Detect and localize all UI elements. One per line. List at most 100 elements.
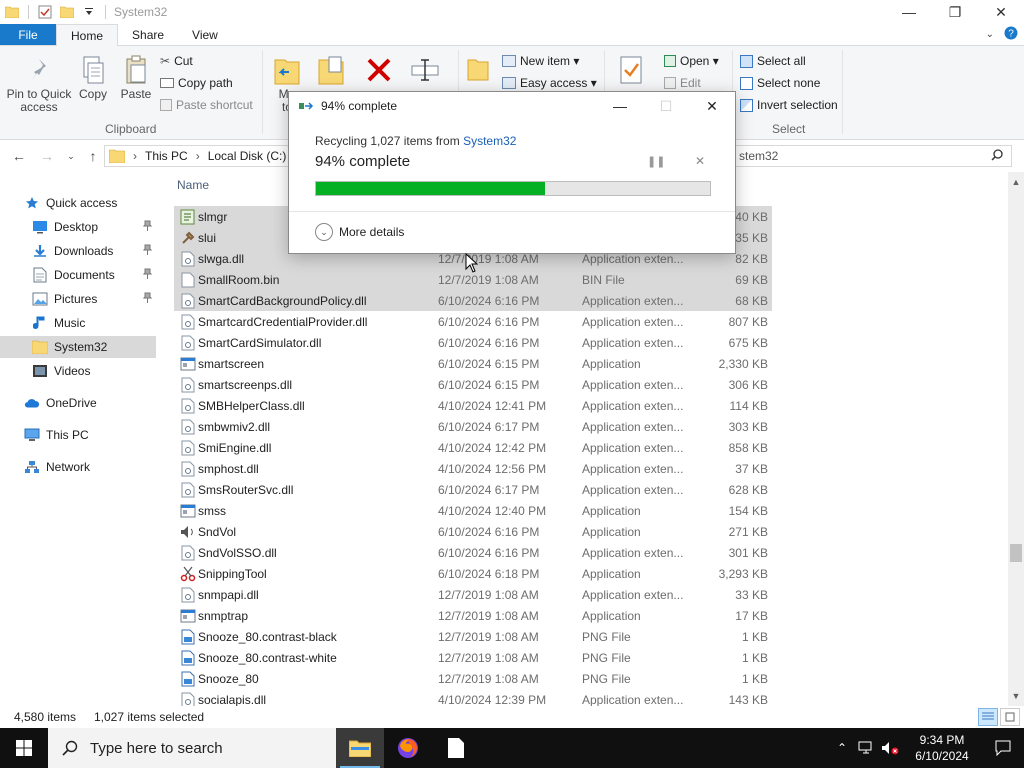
file-row[interactable]: SmiEngine.dll 4/10/2024 12:42 PM Applicati…	[174, 437, 772, 458]
file-row[interactable]: Snooze_80 12/7/2019 1:08 AM PNG File 1 KB	[174, 668, 772, 689]
open-button[interactable]: Open ▾	[664, 54, 719, 68]
folder-icon[interactable]	[2, 2, 22, 22]
taskbar-firefox[interactable]	[384, 728, 432, 768]
invert-selection-button[interactable]: Invert selection	[740, 98, 838, 112]
pause-button[interactable]: ❚❚	[647, 155, 665, 168]
nav-item-label: Downloads	[54, 244, 114, 258]
paste-button[interactable]: Paste	[116, 54, 156, 101]
tab-file[interactable]: File	[0, 24, 56, 45]
help-icon[interactable]: ?	[1004, 26, 1018, 43]
file-size: 37 KB	[735, 461, 768, 476]
up-button[interactable]: ↑	[82, 145, 104, 167]
breadcrumb-local-disk[interactable]: Local Disk (C:)	[208, 149, 287, 163]
copy-button[interactable]: Copy	[76, 54, 110, 101]
recent-locations-button[interactable]: ⌄	[60, 145, 82, 167]
pictures-icon	[32, 291, 48, 307]
nav-item-network[interactable]: Network	[0, 456, 156, 478]
cancel-button[interactable]: ✕	[695, 154, 705, 168]
new-folder-button[interactable]	[466, 56, 490, 82]
file-row[interactable]: smphost.dll 4/10/2024 12:56 PM Application…	[174, 458, 772, 479]
taskbar-search[interactable]: Type here to search	[48, 728, 336, 768]
file-row[interactable]: smartscreen 6/10/2024 6:15 PM Application 2…	[174, 353, 772, 374]
volume-muted-icon[interactable]	[878, 728, 902, 768]
select-none-button[interactable]: Select none	[740, 76, 820, 90]
details-view-button[interactable]	[978, 708, 998, 726]
select-all-button[interactable]: Select all	[740, 54, 806, 68]
tab-view[interactable]: View	[178, 24, 232, 45]
copy-path-button[interactable]: Copy path	[160, 76, 233, 90]
dialog-close-button[interactable]: ✕	[689, 92, 735, 120]
nav-item-documents[interactable]: Documents	[0, 264, 156, 286]
properties-button[interactable]	[614, 54, 648, 86]
file-row[interactable]: SmsRouterSvc.dll 6/10/2024 6:17 PM Applica…	[174, 479, 772, 500]
file-row[interactable]: SndVolSSO.dll 6/10/2024 6:16 PM Applicatio…	[174, 542, 772, 563]
tab-home[interactable]: Home	[56, 24, 119, 46]
nav-item-desktop[interactable]: Desktop	[0, 216, 156, 238]
more-details-button[interactable]: ⌄ More details	[315, 223, 404, 241]
easy-access-button[interactable]: Easy access ▾	[502, 76, 597, 90]
file-row[interactable]: SmartcardCredentialProvider.dll 6/10/2024…	[174, 311, 772, 332]
minimize-button[interactable]: —	[886, 0, 932, 24]
scroll-thumb[interactable]	[1010, 544, 1022, 562]
new-item-button[interactable]: New item ▾	[502, 54, 579, 68]
file-name: SndVolSSO.dll	[198, 545, 277, 560]
start-button[interactable]	[0, 728, 48, 768]
file-row[interactable]: SmartCardBackgroundPolicy.dll 6/10/2024 6…	[174, 290, 772, 311]
file-row[interactable]: Snooze_80.contrast-white 12/7/2019 1:08 A…	[174, 647, 772, 668]
file-row[interactable]: smbwmiv2.dll 6/10/2024 6:17 PM Application…	[174, 416, 772, 437]
network-icon[interactable]	[854, 728, 878, 768]
large-icons-view-button[interactable]	[1000, 708, 1020, 726]
nav-item-system32[interactable]: System32	[0, 336, 156, 358]
file-row[interactable]: SmartCardSimulator.dll 6/10/2024 6:16 PM A…	[174, 332, 772, 353]
edit-button[interactable]: Edit	[664, 76, 701, 90]
taskbar-notepad[interactable]	[432, 728, 480, 768]
file-row[interactable]: SnippingTool 6/10/2024 6:18 PM Application…	[174, 563, 772, 584]
scroll-down-arrow[interactable]: ▼	[1008, 688, 1024, 704]
paste-shortcut-button[interactable]: Paste shortcut	[160, 98, 253, 112]
file-row[interactable]: smss 4/10/2024 12:40 PM Application 154 KB	[174, 500, 772, 521]
nav-item-videos[interactable]: Videos	[0, 360, 156, 382]
vertical-scrollbar[interactable]: ▲ ▼	[1008, 172, 1024, 706]
file-row[interactable]: SndVol 6/10/2024 6:16 PM Application 271 KB	[174, 521, 772, 542]
file-date-modified: 4/10/2024 12:42 PM	[438, 440, 547, 455]
delete-button[interactable]	[362, 56, 396, 84]
source-folder-link[interactable]: System32	[463, 134, 516, 148]
file-row[interactable]: snmpapi.dll 12/7/2019 1:08 AM Application …	[174, 584, 772, 605]
dialog-maximize-button[interactable]: ☐	[643, 92, 689, 120]
nav-item-pictures[interactable]: Pictures	[0, 288, 156, 310]
rename-button[interactable]	[408, 56, 442, 84]
chevron-up-icon[interactable]: ⌃	[830, 728, 854, 768]
column-header-name[interactable]: Name	[177, 178, 209, 192]
new-folder-icon[interactable]	[57, 2, 77, 22]
pin-to-quick-access-button[interactable]: Pin to Quick access	[6, 56, 72, 114]
chevron-down-icon[interactable]: ⌄	[986, 29, 994, 40]
copy-to-icon	[318, 56, 344, 85]
search-box[interactable]: stem32	[720, 145, 1012, 167]
taskbar-file-explorer[interactable]	[336, 728, 384, 768]
properties-icon[interactable]	[35, 2, 55, 22]
nav-item-this-pc[interactable]: This PC	[0, 424, 156, 446]
forward-button[interactable]: →	[36, 145, 58, 167]
breadcrumb-this-pc[interactable]: This PC	[145, 149, 188, 163]
copy-to-button[interactable]	[316, 54, 346, 88]
maximize-button[interactable]: ❐	[932, 0, 978, 24]
close-button[interactable]: ✕	[978, 0, 1024, 24]
notifications-icon[interactable]	[982, 728, 1024, 768]
cut-button[interactable]: ✂ Cut	[160, 54, 193, 68]
dialog-minimize-button[interactable]: —	[597, 92, 643, 120]
image-icon	[180, 671, 196, 687]
file-row[interactable]: socialapis.dll 4/10/2024 12:39 PM Applicat…	[174, 689, 772, 706]
nav-item-quick-access[interactable]: Quick access	[0, 192, 156, 214]
system-clock[interactable]: 9:34 PM 6/10/2024	[902, 732, 982, 764]
file-row[interactable]: SMBHelperClass.dll 4/10/2024 12:41 PM Appl…	[174, 395, 772, 416]
nav-item-onedrive[interactable]: OneDrive	[0, 392, 156, 414]
file-row[interactable]: snmptrap 12/7/2019 1:08 AM Application 17 K…	[174, 605, 772, 626]
nav-item-downloads[interactable]: Downloads	[0, 240, 156, 262]
back-button[interactable]: ←	[8, 145, 30, 167]
nav-item-music[interactable]: Music	[0, 312, 156, 334]
tab-share[interactable]: Share	[118, 24, 178, 45]
scroll-up-arrow[interactable]: ▲	[1008, 174, 1024, 190]
customize-dropdown-icon[interactable]	[79, 2, 99, 22]
file-row[interactable]: smartscreenps.dll 6/10/2024 6:15 PM Applic…	[174, 374, 772, 395]
file-row[interactable]: Snooze_80.contrast-black 12/7/2019 1:08 A…	[174, 626, 772, 647]
